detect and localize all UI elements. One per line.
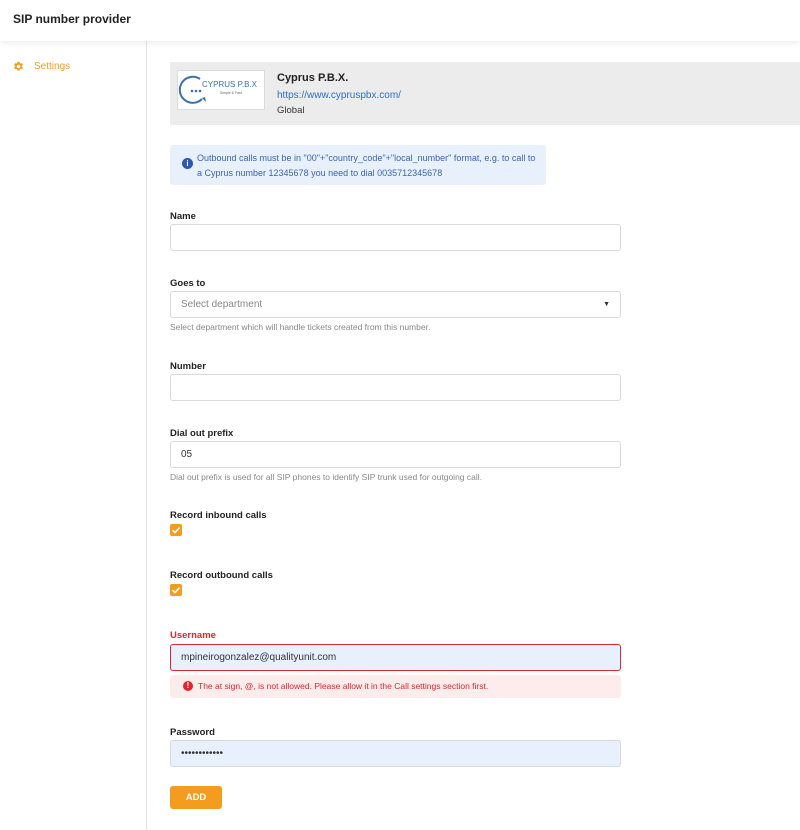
add-button[interactable]: ADD [170,786,222,809]
record-inbound-checkbox[interactable] [170,524,182,536]
error-icon: ! [183,681,193,691]
username-input[interactable]: mpineirogonzalez@qualityunit.com [170,644,621,671]
logo-tagline: Simple & Fast [220,91,242,95]
dial-out-prefix-help: Dial out prefix is used for all SIP phon… [170,472,483,482]
info-text: Outbound calls must be in "00"+"country_… [197,153,536,178]
username-label: Username [170,630,216,641]
sidebar-item-label: Settings [34,61,71,72]
info-box: i Outbound calls must be in "00"+"countr… [170,145,546,185]
password-input[interactable]: •••••••••••• [170,740,621,767]
record-outbound-label: Record outbound calls [170,570,273,581]
department-select[interactable]: Select department ▼ [170,291,621,318]
caret-down-icon: ▼ [603,301,610,308]
number-label: Number [170,361,206,372]
goes-to-label: Goes to [170,278,206,289]
provider-name: Cyprus P.B.X. [277,72,349,84]
info-icon: i [182,158,193,169]
checkmark-icon [171,527,181,534]
username-error: ! The at sign, @, is not allowed. Please… [170,675,621,698]
page-title: SIP number provider [13,12,131,26]
dial-out-prefix-input[interactable]: 05 [170,441,621,468]
password-label: Password [170,727,215,738]
main-content: CYPRUS P.B.X Simple & Fast Cyprus P.B.X.… [147,41,800,830]
name-input[interactable] [170,224,621,251]
sidebar: Settings [0,41,147,830]
record-outbound-checkbox[interactable] [170,584,182,596]
department-select-value: Select department [181,299,263,310]
username-error-text: The at sign, @, is not allowed. Please a… [198,681,489,691]
top-bar: SIP number provider [0,0,800,41]
dial-out-prefix-label: Dial out prefix [170,428,234,439]
gear-icon [13,61,24,72]
logo-text: CYPRUS P.B.X [202,80,258,89]
sidebar-item-settings[interactable]: Settings [13,61,70,72]
provider-scope: Global [277,105,305,116]
checkmark-icon [171,587,181,594]
goes-to-help: Select department which will handle tick… [170,322,431,332]
number-input[interactable] [170,374,621,401]
record-inbound-label: Record inbound calls [170,510,267,521]
provider-url-link[interactable]: https://www.cypruspbx.com/ [277,90,401,101]
name-label: Name [170,211,196,222]
provider-card: CYPRUS P.B.X Simple & Fast Cyprus P.B.X.… [170,62,800,125]
provider-logo: CYPRUS P.B.X Simple & Fast [177,70,265,110]
